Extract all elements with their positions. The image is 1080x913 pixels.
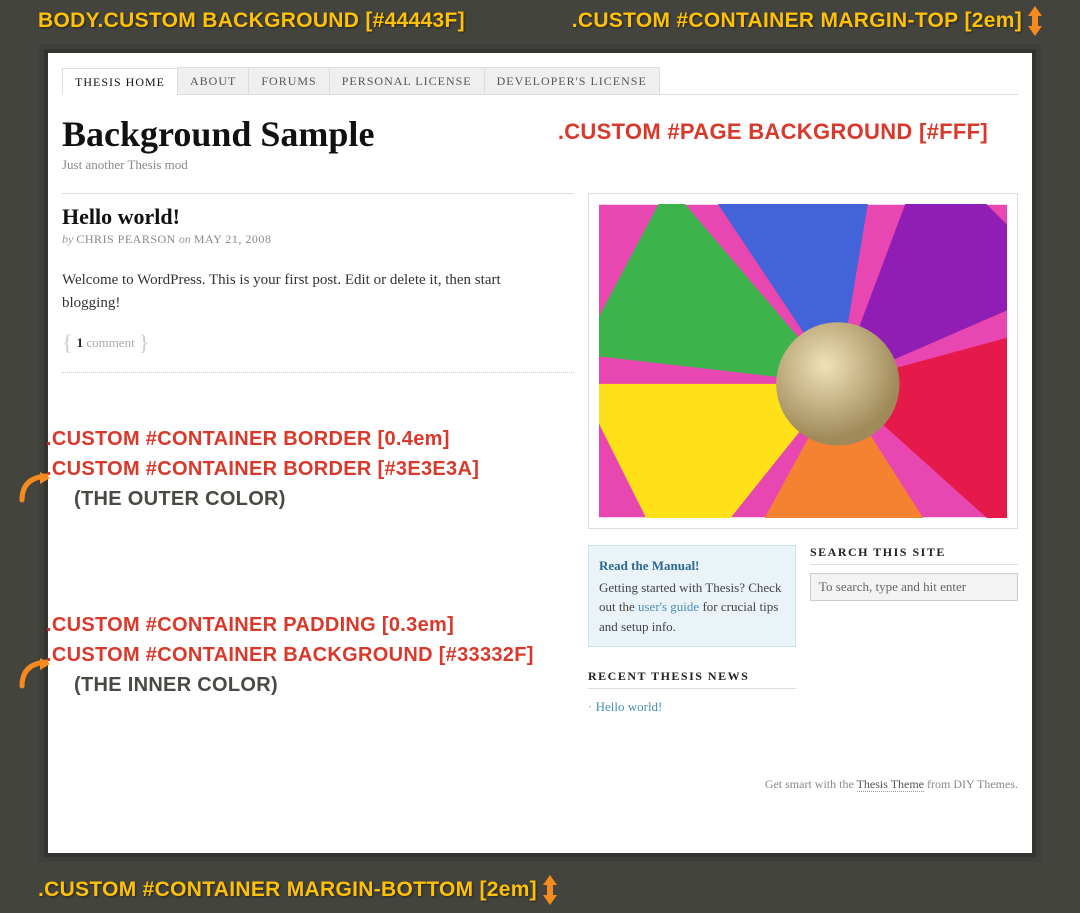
post-title[interactable]: Hello world!	[62, 204, 574, 230]
by-label: by	[62, 232, 76, 246]
anno-text: BODY.CUSTOM BACKGROUND	[38, 9, 365, 32]
search-widget: SEARCH THIS SITE	[810, 545, 1018, 601]
manual-link[interactable]: user's guide	[638, 599, 699, 614]
footer-link[interactable]: Thesis Theme	[857, 777, 924, 792]
txt: OUTER	[128, 488, 200, 510]
anno-text: .CUSTOM #CONTAINER MARGIN-TOP	[572, 9, 959, 33]
updown-arrow-icon	[543, 875, 557, 905]
comments-link[interactable]: { 1 comment }	[62, 332, 574, 354]
brace-right-icon: }	[139, 332, 150, 354]
anno-container-border: .CUSTOM #CONTAINER BORDER [0.4em] .CUSTO…	[46, 424, 479, 514]
anno-text: .CUSTOM #CONTAINER BACKGROUND	[46, 644, 439, 666]
anno-body-bg: BODY.CUSTOM BACKGROUND [#44443F]	[38, 9, 465, 33]
txt: (THE	[74, 488, 128, 510]
on-label: on	[176, 232, 194, 246]
txt: COLOR)	[191, 674, 278, 696]
search-input[interactable]	[810, 573, 1018, 601]
nav-tab-developer[interactable]: DEVELOPER'S LICENSE	[484, 67, 660, 94]
recent-title: RECENT THESIS NEWS	[588, 669, 796, 689]
nav-tab-personal[interactable]: PERSONAL LICENSE	[329, 67, 485, 94]
recent-widget: RECENT THESIS NEWS Hello world!	[588, 669, 796, 717]
updown-arrow-icon	[1028, 6, 1042, 36]
anno-margin-bottom: .CUSTOM #CONTAINER MARGIN-BOTTOM [2em]	[38, 875, 557, 905]
main-column: Hello world! by CHRIS PEARSON on MAY 21,…	[62, 193, 574, 769]
anno-value: [0.3em]	[382, 614, 454, 636]
anno-outer-note: (THE OUTER COLOR)	[74, 484, 479, 514]
nav-tab-forums[interactable]: FORUMS	[248, 67, 329, 94]
txt: from DIY Themes.	[924, 777, 1018, 791]
comment-label: comment	[83, 335, 135, 350]
anno-text: .CUSTOM #CONTAINER MARGIN-BOTTOM	[38, 878, 473, 902]
brace-left-icon: {	[62, 332, 73, 354]
pinwheel-icon	[599, 204, 1007, 518]
manual-text: Getting started with Thesis? Check out t…	[599, 580, 781, 634]
anno-text: .CUSTOM #PAGE BACKGROUND	[558, 119, 919, 144]
anno-value: [#3E3E3A]	[378, 458, 480, 480]
search-title: SEARCH THIS SITE	[810, 545, 1018, 565]
page: THESIS HOME ABOUT FORUMS PERSONAL LICENS…	[48, 53, 1032, 853]
post-author[interactable]: CHRIS PEARSON	[76, 232, 176, 246]
anno-inner-note: (THE INNER COLOR)	[74, 670, 534, 700]
txt: Get smart with the	[765, 777, 857, 791]
sidebar: Read the Manual! Getting started with Th…	[588, 193, 1018, 769]
nav-tab-about[interactable]: ABOUT	[177, 67, 249, 94]
manual-title[interactable]: Read the Manual!	[599, 556, 785, 576]
anno-value: [2em]	[964, 9, 1022, 33]
manual-widget: Read the Manual! Getting started with Th…	[588, 545, 796, 647]
anno-value: [#FFF]	[919, 119, 988, 144]
anno-value: [#44443F]	[365, 9, 465, 32]
curve-arrow-icon	[16, 658, 50, 692]
anno-container-padding: .CUSTOM #CONTAINER PADDING [0.3em] .CUST…	[46, 610, 534, 700]
nav-tabs: THESIS HOME ABOUT FORUMS PERSONAL LICENS…	[62, 67, 1018, 95]
container: THESIS HOME ABOUT FORUMS PERSONAL LICENS…	[39, 44, 1041, 862]
curve-arrow-icon	[16, 472, 50, 506]
anno-margin-top: .CUSTOM #CONTAINER MARGIN-TOP [2em]	[572, 6, 1042, 36]
anno-text: .CUSTOM #CONTAINER BORDER	[46, 458, 378, 480]
list-item: Hello world!	[588, 697, 796, 717]
anno-value: [#33332F]	[439, 644, 534, 666]
divider	[62, 372, 574, 373]
anno-text: .CUSTOM #CONTAINER PADDING	[46, 614, 382, 636]
anno-value: [2em]	[479, 878, 537, 902]
anno-text: .CUSTOM #CONTAINER BORDER	[46, 428, 378, 450]
site-title[interactable]: Background Sample	[62, 113, 374, 155]
anno-value: [0.4em]	[378, 428, 450, 450]
txt: (THE	[74, 674, 128, 696]
recent-link[interactable]: Hello world!	[596, 699, 663, 714]
footer: Get smart with the Thesis Theme from DIY…	[62, 769, 1018, 792]
byline: by CHRIS PEARSON on MAY 21, 2008	[62, 232, 574, 247]
post-date: MAY 21, 2008	[194, 232, 271, 246]
txt: COLOR)	[199, 488, 286, 510]
tagline: Just another Thesis mod	[62, 157, 374, 173]
sidebar-image	[588, 193, 1018, 529]
post-body: Welcome to WordPress. This is your first…	[62, 269, 542, 314]
anno-page-bg: .CUSTOM #PAGE BACKGROUND [#FFF]	[558, 119, 988, 145]
nav-tab-home[interactable]: THESIS HOME	[62, 68, 178, 95]
txt: INNER	[128, 674, 192, 696]
header: Background Sample Just another Thesis mo…	[62, 95, 1018, 183]
